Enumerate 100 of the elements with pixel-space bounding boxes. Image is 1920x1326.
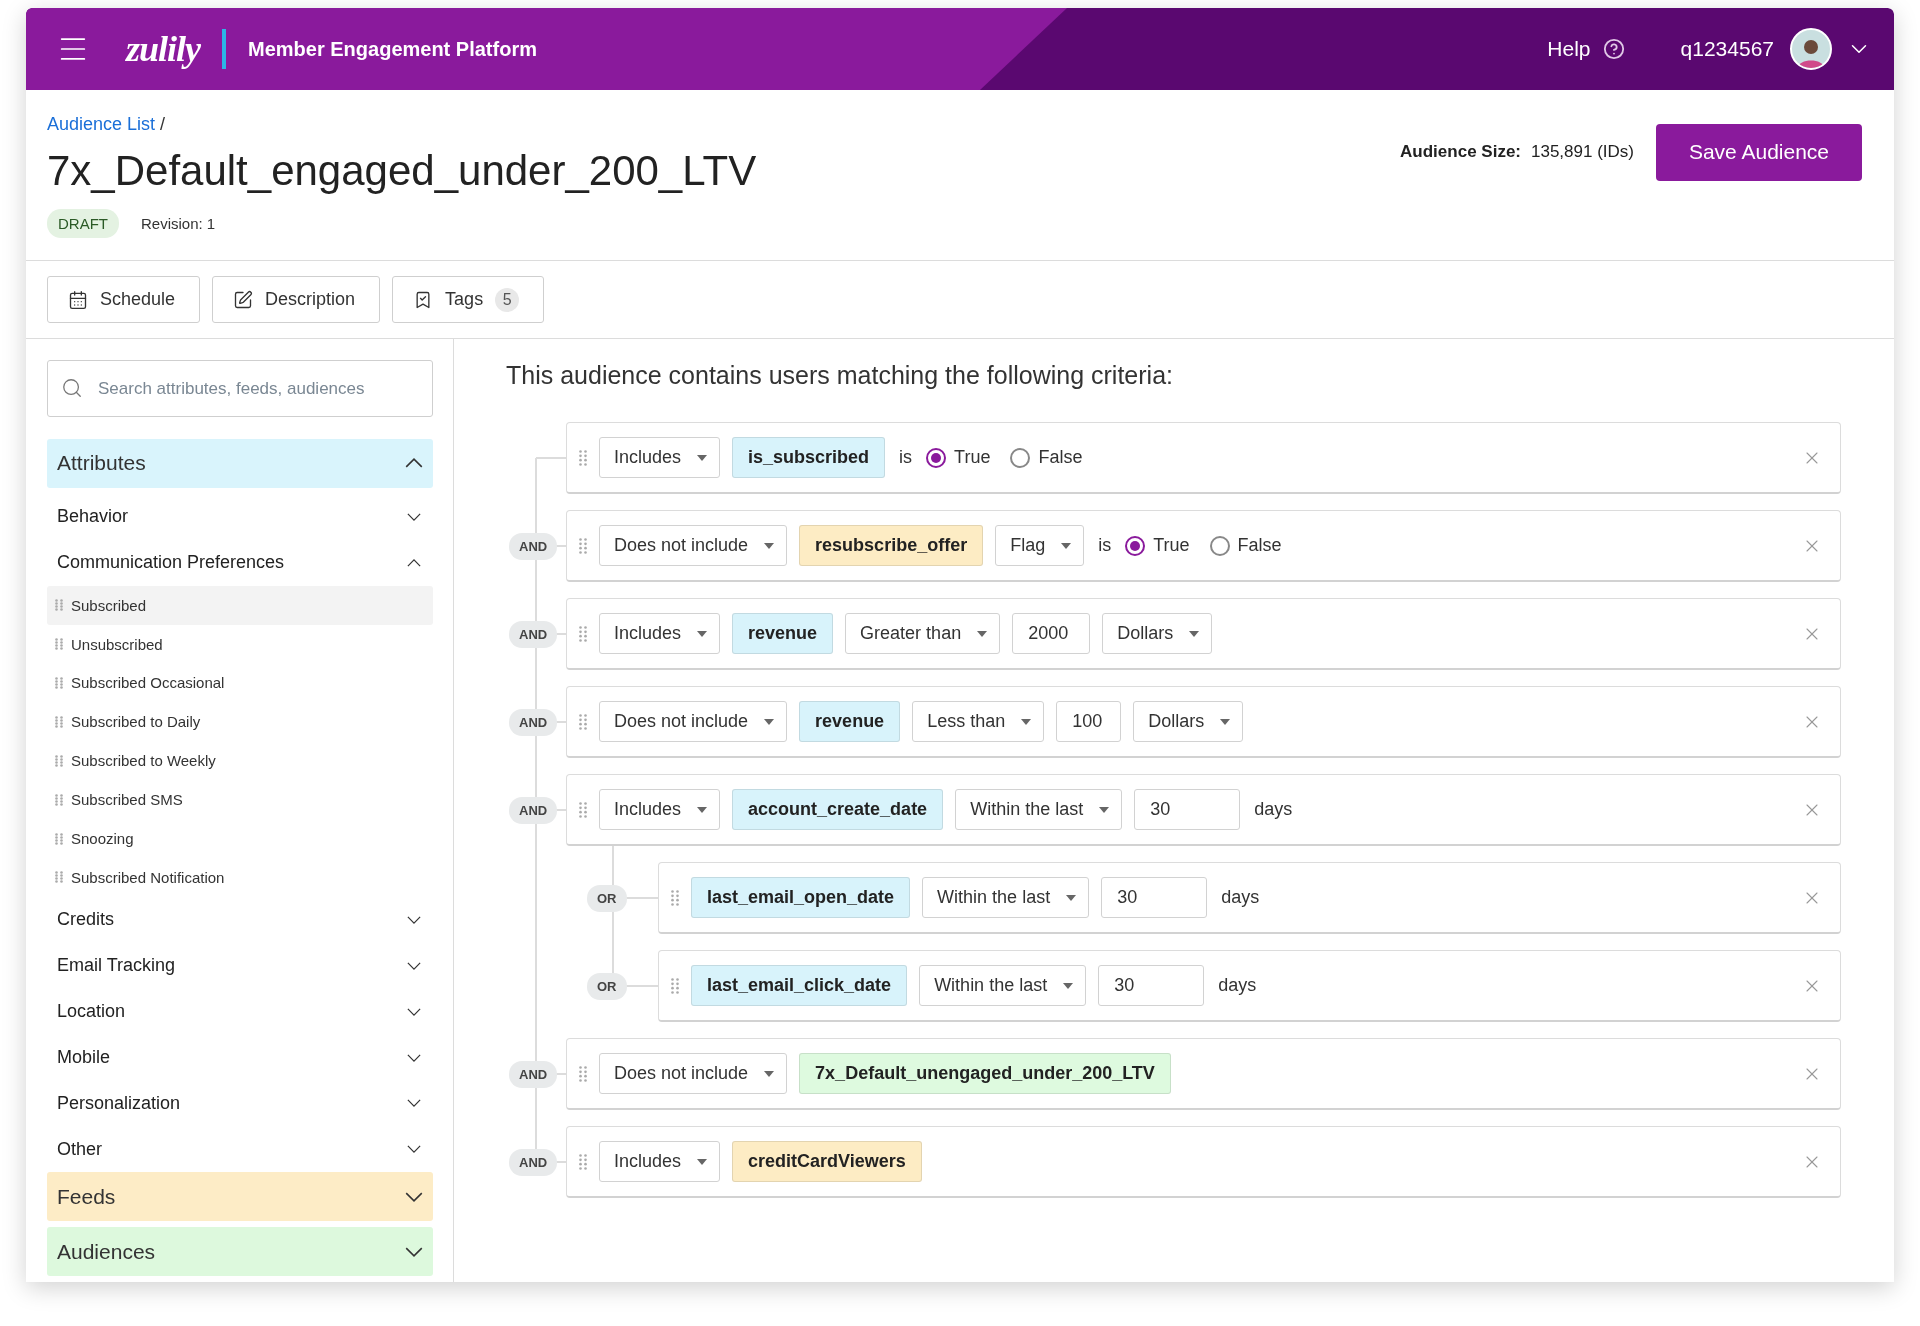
sidebar-category[interactable]: Mobile [47,1034,433,1081]
attribute-chip: revenue [799,701,901,742]
sidebar-item[interactable]: Subscribed SMS [47,780,433,820]
row-label: days [1254,799,1293,820]
sidebar-category[interactable]: Behavior [47,493,433,540]
connector-pill: AND [509,1148,558,1176]
search-icon [61,377,83,399]
search-field[interactable]: Search attributes, feeds, audiences [47,360,433,417]
dropdown[interactable]: Dollars [1133,701,1244,742]
sidebar-section[interactable]: Attributes [47,439,433,488]
radio-option[interactable]: False [1010,447,1083,468]
sidebar-item[interactable]: Subscribed to Weekly [47,741,433,781]
dropdown[interactable]: Includes [599,437,721,478]
sidebar-item[interactable]: Subscribed Occasional [47,663,433,703]
breadcrumb-link[interactable]: Audience List [47,114,156,135]
dropdown[interactable]: Within the last [919,965,1087,1006]
row-label: days [1221,887,1260,908]
sidebar-item[interactable]: Subscribed [47,585,433,625]
attribute-chip: revenue [732,613,834,654]
avatar[interactable] [1790,28,1832,70]
edit-icon [233,289,254,310]
sidebar-item[interactable]: Subscribed Notification [47,858,433,897]
drag-handle-icon[interactable] [579,1065,587,1082]
dropdown[interactable]: Greater than [845,613,1001,654]
sidebar-item[interactable]: Unsubscribed [47,624,433,664]
dropdown[interactable]: Within the last [955,789,1123,830]
caret-icon [764,542,775,549]
radio-option[interactable]: True [926,447,991,468]
number-field[interactable]: 30 [1098,965,1205,1006]
attribute-chip: 7x_Default_unengaged_under_200_LTV [799,1053,1171,1094]
sidebar-item[interactable]: Snoozing [47,819,433,858]
radio-icon[interactable] [1209,535,1230,556]
radio-option[interactable]: False [1209,535,1282,556]
caret-icon [764,1070,775,1077]
drag-handle-icon[interactable] [579,537,587,554]
connector-pill: OR [587,884,627,912]
caret-icon [697,1158,708,1165]
dropdown[interactable]: Less than [912,701,1045,742]
dropdown[interactable]: Does not include [599,701,788,742]
number-field[interactable]: 2000 [1012,613,1091,654]
caret-icon [1220,718,1231,725]
row-label: days [1218,975,1257,996]
drag-handle-icon[interactable] [55,871,63,884]
drag-handle-icon[interactable] [579,801,587,818]
sidebar-category[interactable]: Other [47,1126,433,1173]
drag-handle-icon[interactable] [55,638,63,650]
user-name[interactable]: q1234567 [1680,37,1774,61]
drag-handle-icon[interactable] [579,713,587,730]
drag-handle-icon[interactable] [55,599,63,612]
status-badge: DRAFT [47,209,119,238]
dropdown[interactable]: Within the last [922,877,1090,918]
dropdown[interactable]: Includes [599,613,721,654]
dropdown[interactable]: Does not include [599,1053,788,1094]
help-icon[interactable] [1602,38,1625,60]
dropdown[interactable]: Includes [599,789,721,830]
number-field[interactable]: 30 [1134,789,1241,830]
radio-icon[interactable] [926,447,947,468]
drag-handle-icon[interactable] [579,449,587,466]
revision-label: Revision: 1 [141,215,216,232]
sidebar-section[interactable]: Audiences [47,1227,433,1276]
drag-handle-icon[interactable] [671,889,679,906]
help-link[interactable]: Help [1547,37,1591,61]
toolbar-button[interactable]: Schedule [47,276,201,323]
save-audience-button[interactable]: Save Audience [1656,123,1862,181]
drag-handle-icon[interactable] [579,625,587,642]
drag-handle-icon[interactable] [55,715,63,728]
dropdown[interactable]: Flag [995,525,1085,566]
drag-handle-icon[interactable] [55,676,63,689]
connector-pill: AND [509,532,558,560]
connector-pill: OR [587,972,627,1000]
sidebar-item[interactable]: Subscribed to Daily [47,702,433,742]
drag-handle-icon[interactable] [55,832,63,845]
number-field[interactable]: 100 [1056,701,1122,742]
attribute-chip: creditCardViewers [732,1141,922,1182]
logo[interactable]: zulily [126,28,200,70]
sidebar-category[interactable]: Email Tracking [47,942,433,989]
radio-icon[interactable] [1125,535,1146,556]
sidebar-section[interactable]: Feeds [47,1172,433,1222]
dropdown[interactable]: Dollars [1102,613,1213,654]
row-label: is [1098,535,1112,556]
toolbar-button[interactable]: Tags 5 [392,276,545,323]
audience-size-label: Audience Size: [1400,142,1521,162]
radio-icon[interactable] [1010,447,1031,468]
drag-handle-icon[interactable] [579,1153,587,1170]
dropdown[interactable]: Does not include [599,525,788,566]
sidebar-category[interactable]: Personalization [47,1080,433,1127]
caret-icon [764,718,775,725]
connector-pill: AND [509,620,558,648]
sidebar-category[interactable]: Communication Preferences [47,539,433,586]
drag-handle-icon[interactable] [55,793,63,806]
caret-icon [1063,982,1074,989]
sidebar-category[interactable]: Credits [47,896,433,943]
sidebar-category[interactable]: Location [47,988,433,1035]
number-field[interactable]: 30 [1101,877,1208,918]
dropdown[interactable]: Includes [599,1141,721,1182]
connector-pill: AND [509,1060,558,1088]
drag-handle-icon[interactable] [671,977,679,994]
drag-handle-icon[interactable] [55,754,63,767]
radio-option[interactable]: True [1125,535,1190,556]
toolbar-button[interactable]: Description [212,276,381,323]
